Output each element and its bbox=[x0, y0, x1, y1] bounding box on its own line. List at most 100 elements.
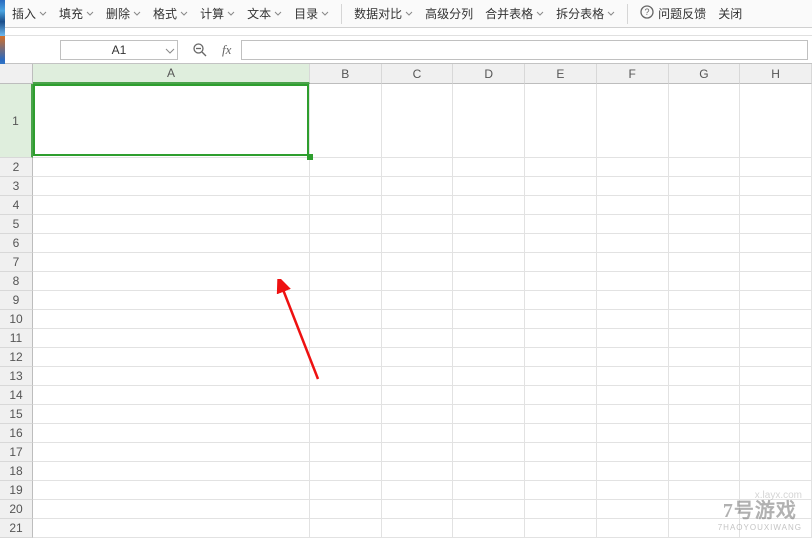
fill-menu[interactable]: 填充 bbox=[53, 0, 100, 27]
cell-E19[interactable] bbox=[525, 481, 597, 500]
cell-C13[interactable] bbox=[382, 367, 454, 386]
column-header-B[interactable]: B bbox=[310, 64, 382, 84]
cell-E17[interactable] bbox=[525, 443, 597, 462]
cell-E5[interactable] bbox=[525, 215, 597, 234]
cell-B12[interactable] bbox=[310, 348, 382, 367]
cell-A9[interactable] bbox=[33, 291, 310, 310]
row-header-4[interactable]: 4 bbox=[0, 196, 33, 215]
cell-G10[interactable] bbox=[669, 310, 741, 329]
cell-A20[interactable] bbox=[33, 500, 310, 519]
cell-H17[interactable] bbox=[740, 443, 812, 462]
cell-A3[interactable] bbox=[33, 177, 310, 196]
cell-B9[interactable] bbox=[310, 291, 382, 310]
cell-E2[interactable] bbox=[525, 158, 597, 177]
cell-F7[interactable] bbox=[597, 253, 669, 272]
cell-G3[interactable] bbox=[669, 177, 741, 196]
cell-B5[interactable] bbox=[310, 215, 382, 234]
cell-B14[interactable] bbox=[310, 386, 382, 405]
name-box[interactable]: A1 bbox=[60, 40, 178, 60]
cell-D2[interactable] bbox=[453, 158, 525, 177]
cell-A5[interactable] bbox=[33, 215, 310, 234]
cell-C20[interactable] bbox=[382, 500, 454, 519]
cell-F3[interactable] bbox=[597, 177, 669, 196]
cell-F13[interactable] bbox=[597, 367, 669, 386]
cell-A14[interactable] bbox=[33, 386, 310, 405]
cell-D11[interactable] bbox=[453, 329, 525, 348]
row-header-18[interactable]: 18 bbox=[0, 462, 33, 481]
cell-A2[interactable] bbox=[33, 158, 310, 177]
cell-C9[interactable] bbox=[382, 291, 454, 310]
row-header-11[interactable]: 11 bbox=[0, 329, 33, 348]
cell-G4[interactable] bbox=[669, 196, 741, 215]
column-header-G[interactable]: G bbox=[669, 64, 741, 84]
cell-C7[interactable] bbox=[382, 253, 454, 272]
cell-H10[interactable] bbox=[740, 310, 812, 329]
cell-B2[interactable] bbox=[310, 158, 382, 177]
cell-D9[interactable] bbox=[453, 291, 525, 310]
cell-D10[interactable] bbox=[453, 310, 525, 329]
cell-A21[interactable] bbox=[33, 519, 310, 538]
cell-B11[interactable] bbox=[310, 329, 382, 348]
cell-H4[interactable] bbox=[740, 196, 812, 215]
cell-B8[interactable] bbox=[310, 272, 382, 291]
cell-G2[interactable] bbox=[669, 158, 741, 177]
row-header-2[interactable]: 2 bbox=[0, 158, 33, 177]
cell-C19[interactable] bbox=[382, 481, 454, 500]
row-header-5[interactable]: 5 bbox=[0, 215, 33, 234]
cell-H6[interactable] bbox=[740, 234, 812, 253]
cell-D1[interactable] bbox=[453, 84, 525, 158]
cell-G9[interactable] bbox=[669, 291, 741, 310]
cell-B17[interactable] bbox=[310, 443, 382, 462]
cell-G8[interactable] bbox=[669, 272, 741, 291]
cell-D4[interactable] bbox=[453, 196, 525, 215]
row-header-9[interactable]: 9 bbox=[0, 291, 33, 310]
cell-G19[interactable] bbox=[669, 481, 741, 500]
row-header-17[interactable]: 17 bbox=[0, 443, 33, 462]
cell-H20[interactable] bbox=[740, 500, 812, 519]
row-header-7[interactable]: 7 bbox=[0, 253, 33, 272]
cell-D14[interactable] bbox=[453, 386, 525, 405]
row-header-12[interactable]: 12 bbox=[0, 348, 33, 367]
cell-F21[interactable] bbox=[597, 519, 669, 538]
cell-D5[interactable] bbox=[453, 215, 525, 234]
cell-A12[interactable] bbox=[33, 348, 310, 367]
cell-G17[interactable] bbox=[669, 443, 741, 462]
cell-H19[interactable] bbox=[740, 481, 812, 500]
cell-D15[interactable] bbox=[453, 405, 525, 424]
cell-E14[interactable] bbox=[525, 386, 597, 405]
cell-C3[interactable] bbox=[382, 177, 454, 196]
cell-C6[interactable] bbox=[382, 234, 454, 253]
format-menu[interactable]: 格式 bbox=[147, 0, 194, 27]
cell-G11[interactable] bbox=[669, 329, 741, 348]
cell-H1[interactable] bbox=[740, 84, 812, 158]
cell-B7[interactable] bbox=[310, 253, 382, 272]
cell-A13[interactable] bbox=[33, 367, 310, 386]
cell-C14[interactable] bbox=[382, 386, 454, 405]
cell-A18[interactable] bbox=[33, 462, 310, 481]
cell-C4[interactable] bbox=[382, 196, 454, 215]
cell-C16[interactable] bbox=[382, 424, 454, 443]
cell-A16[interactable] bbox=[33, 424, 310, 443]
cell-B21[interactable] bbox=[310, 519, 382, 538]
cell-C8[interactable] bbox=[382, 272, 454, 291]
row-header-16[interactable]: 16 bbox=[0, 424, 33, 443]
select-all-corner[interactable] bbox=[0, 64, 33, 84]
cell-H12[interactable] bbox=[740, 348, 812, 367]
formula-bar[interactable] bbox=[241, 40, 808, 60]
cell-D17[interactable] bbox=[453, 443, 525, 462]
cell-B1[interactable] bbox=[310, 84, 382, 158]
cell-A17[interactable] bbox=[33, 443, 310, 462]
cell-D7[interactable] bbox=[453, 253, 525, 272]
cell-G21[interactable] bbox=[669, 519, 741, 538]
cell-E12[interactable] bbox=[525, 348, 597, 367]
cell-H8[interactable] bbox=[740, 272, 812, 291]
cell-B10[interactable] bbox=[310, 310, 382, 329]
cell-D12[interactable] bbox=[453, 348, 525, 367]
cell-F17[interactable] bbox=[597, 443, 669, 462]
cell-C21[interactable] bbox=[382, 519, 454, 538]
zoom-out-icon[interactable] bbox=[192, 42, 208, 58]
cell-D13[interactable] bbox=[453, 367, 525, 386]
toc-menu[interactable]: 目录 bbox=[288, 0, 335, 27]
cell-G6[interactable] bbox=[669, 234, 741, 253]
cell-E13[interactable] bbox=[525, 367, 597, 386]
